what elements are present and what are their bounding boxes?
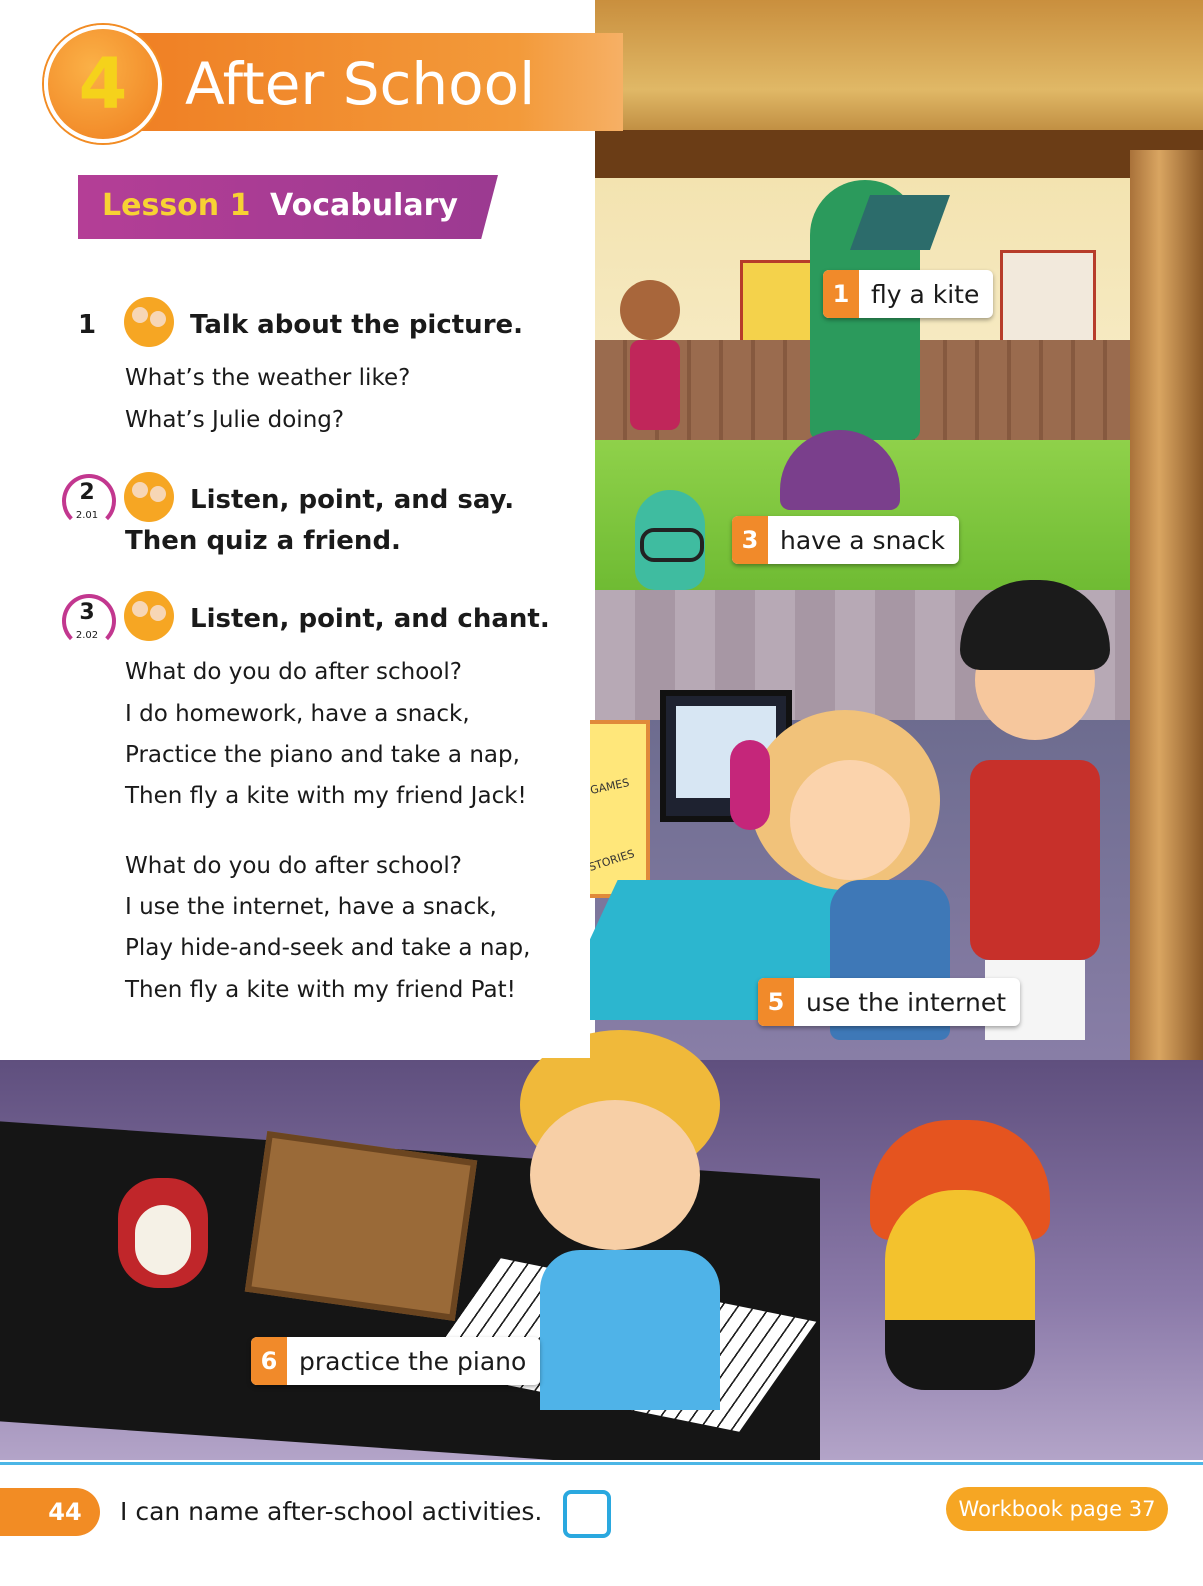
creature-with-snack <box>630 490 710 690</box>
poster-games-label: GAMES <box>589 776 631 797</box>
chant-line: What do you do after school? <box>125 659 462 685</box>
games-stories-poster: GAMES STORIES <box>582 720 650 898</box>
vocab-number: 5 <box>758 978 794 1026</box>
conductor-character <box>860 1120 1060 1420</box>
audio-track-number: 2.02 <box>75 630 99 641</box>
poster-stories-label: STORIES <box>587 847 637 874</box>
vocab-text: use the internet <box>806 987 1007 1017</box>
exercise-2-title-continued: Then quiz a friend. <box>125 526 401 556</box>
exercise-1-question: What’s Julie doing? <box>125 407 345 433</box>
girl-head <box>620 280 680 340</box>
girl-dress <box>630 340 680 430</box>
boy-shirt <box>970 760 1100 960</box>
vocab-text: have a snack <box>780 525 945 555</box>
exercise-1-title: Talk about the picture. <box>190 310 524 340</box>
chant-line: I do homework, have a snack, <box>125 701 470 727</box>
vocab-label-have-a-snack[interactable]: 3 have a snack <box>732 516 959 564</box>
unit-title: After School <box>185 50 536 118</box>
boy-shirt <box>540 1250 720 1410</box>
exercise-2-title: Listen, point, and say. <box>190 485 515 515</box>
ceiling-beam <box>595 0 1203 150</box>
pair-work-icon <box>124 591 174 641</box>
chant-line: Then fly a kite with my friend Jack! <box>125 783 527 809</box>
exercise-2-number: 2 <box>79 480 95 505</box>
vocab-label-practice-the-piano[interactable]: 6 practice the piano <box>251 1337 541 1385</box>
boy-hair <box>960 580 1110 670</box>
can-do-checkbox[interactable] <box>563 1490 611 1538</box>
exercise-3-title: Listen, point, and chant. <box>190 604 550 634</box>
pair-work-icon <box>124 297 174 347</box>
girl-flying-kite <box>620 280 700 480</box>
music-stand <box>244 1131 478 1321</box>
pair-work-icon <box>124 472 174 522</box>
glasses-icon <box>640 528 704 562</box>
footer-divider <box>0 1462 1203 1465</box>
lesson-topic: Vocabulary <box>270 188 458 223</box>
audio-track-button[interactable]: 3 2.02 <box>60 594 116 648</box>
unit-number: 4 <box>78 43 128 125</box>
exercise-1-question: What’s the weather like? <box>125 365 411 391</box>
girl-face <box>790 760 910 880</box>
conductor-suit <box>885 1320 1035 1390</box>
workbook-reference: Workbook page 37 <box>946 1487 1168 1531</box>
vocab-label-fly-a-kite[interactable]: 1 fly a kite <box>823 270 994 318</box>
headphones-icon <box>730 740 770 830</box>
chant-line: I use the internet, have a snack, <box>125 894 497 920</box>
vocab-number: 6 <box>251 1337 287 1385</box>
vocab-number: 3 <box>732 516 768 564</box>
exercise-1-number: 1 <box>78 310 97 340</box>
chant-line: What do you do after school? <box>125 853 462 879</box>
vocab-text: fly a kite <box>871 279 980 309</box>
page-number: 44 <box>48 1498 82 1526</box>
audio-track-button[interactable]: 2 2.01 <box>60 474 116 528</box>
chant-line: Then fly a kite with my friend Pat! <box>125 977 516 1003</box>
vocab-text: practice the piano <box>299 1346 527 1376</box>
clock-face <box>135 1205 191 1275</box>
vocab-label-use-the-internet[interactable]: 5 use the internet <box>758 978 1021 1026</box>
chant-line: Practice the piano and take a nap, <box>125 742 520 768</box>
chant-line: Play hide-and-seek and take a nap, <box>125 935 531 961</box>
boy-face <box>530 1100 700 1250</box>
vocab-number: 1 <box>823 270 859 318</box>
lesson-label: Lesson 1 <box>102 188 251 223</box>
audio-track-number: 2.01 <box>75 510 99 521</box>
exercise-3-number: 3 <box>79 600 95 625</box>
can-do-statement: I can name after-school activities. <box>120 1497 543 1526</box>
ceiling-beam-shadow <box>595 130 1203 178</box>
